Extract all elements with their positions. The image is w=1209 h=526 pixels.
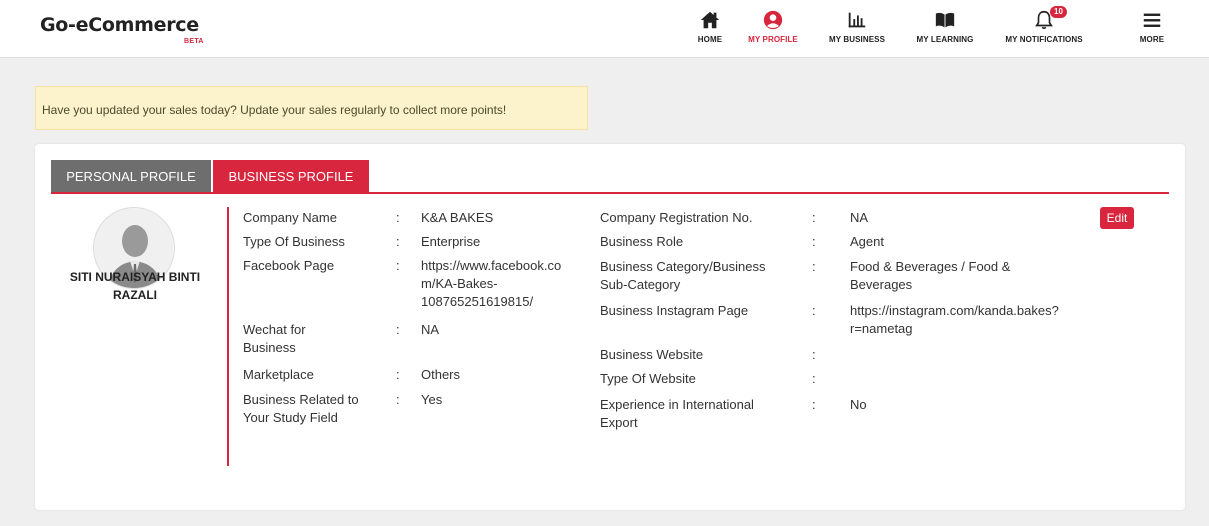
- home-icon: [700, 11, 720, 29]
- facebook-page-value[interactable]: https://www.facebook.co m/KA-Bakes- 1087…: [421, 257, 561, 311]
- alert-text: Have you updated your sales today? Updat…: [42, 103, 507, 117]
- business-category-label-line1: Business Category/Business: [600, 259, 766, 274]
- instagram-value-line1: https://instagram.com/kanda.bakes?: [850, 303, 1059, 318]
- study-field-value: Yes: [421, 392, 443, 407]
- study-field-label-line2: Your Study Field: [243, 410, 338, 425]
- website-type-label: Type Of Website: [600, 371, 696, 386]
- separator: :: [812, 371, 816, 386]
- business-category-value-line2: Beverages: [850, 277, 913, 292]
- separator: :: [396, 367, 400, 382]
- business-category-label: Business Category/Business Sub-Category: [600, 258, 765, 294]
- user-circle-icon: [763, 10, 783, 30]
- app-logo[interactable]: Go-eCommerce: [40, 14, 199, 36]
- tab-personal-profile[interactable]: PERSONAL PROFILE: [51, 160, 211, 192]
- facebook-page-value-line1: https://www.facebook.co: [421, 258, 562, 273]
- company-name-label: Company Name: [243, 210, 337, 225]
- international-export-label-line2: Export: [600, 415, 638, 430]
- profile-name-line1: SITI NURAISYAH BINTI: [69, 270, 201, 284]
- marketplace-value: Others: [421, 367, 461, 382]
- business-category-value-line1: Food & Beverages / Food &: [850, 259, 1011, 274]
- edit-button[interactable]: Edit: [1100, 207, 1134, 229]
- business-role-label: Business Role: [600, 234, 684, 249]
- facebook-page-value-line3: 108765251619815/: [421, 294, 534, 309]
- nav-home-label: HOME: [697, 35, 723, 44]
- company-name-value: K&A BAKES: [421, 210, 494, 225]
- nav-my-notifications[interactable]: 10 MY NOTIFICATIONS: [998, 6, 1090, 50]
- nav-home[interactable]: HOME: [690, 8, 730, 50]
- separator: :: [396, 322, 400, 337]
- study-field-label: Business Related to Your Study Field: [243, 391, 359, 427]
- nav-my-profile[interactable]: MY PROFILE: [742, 8, 804, 50]
- wechat-value: NA: [421, 322, 440, 337]
- profile-name: SITI NURAISYAH BINTI RAZALI: [55, 268, 215, 304]
- top-navigation-bar: Go-eCommerce BETA HOME MY PROFILE MY BUS…: [0, 0, 1209, 58]
- international-export-label-line1: Experience in International: [600, 397, 754, 412]
- nav-my-learning-label: MY LEARNING: [916, 35, 974, 44]
- nav-more[interactable]: MORE: [1135, 8, 1169, 50]
- separator: :: [396, 258, 400, 273]
- nav-my-notifications-label: MY NOTIFICATIONS: [1005, 35, 1083, 44]
- separator: :: [812, 210, 816, 225]
- instagram-value-line2: r=nametag: [850, 321, 913, 336]
- profile-name-line2: RAZALI: [113, 288, 157, 302]
- type-of-business-label: Type Of Business: [243, 234, 345, 249]
- bar-chart-icon: [848, 12, 866, 28]
- separator: :: [812, 259, 816, 274]
- wechat-label-line1: Wechat for: [243, 322, 306, 337]
- sales-reminder-alert: Have you updated your sales today? Updat…: [35, 86, 588, 130]
- tab-business-profile[interactable]: BUSINESS PROFILE: [213, 160, 369, 192]
- hamburger-menu-icon: [1143, 13, 1161, 27]
- business-website-label: Business Website: [600, 347, 704, 362]
- study-field-label-line1: Business Related to: [243, 392, 359, 407]
- facebook-page-label: Facebook Page: [243, 258, 335, 273]
- book-icon: [935, 12, 955, 28]
- wechat-label-line2: Business: [243, 340, 296, 355]
- marketplace-label: Marketplace: [243, 367, 314, 382]
- separator: :: [812, 234, 816, 249]
- separator: :: [812, 397, 816, 412]
- nav-my-learning[interactable]: MY LEARNING: [910, 8, 980, 50]
- instagram-value[interactable]: https://instagram.com/kanda.bakes? r=nam…: [850, 302, 1059, 338]
- details-divider: [227, 207, 229, 466]
- separator: :: [396, 234, 400, 249]
- separator: :: [396, 392, 400, 407]
- beta-badge: BETA: [184, 38, 204, 45]
- business-category-value: Food & Beverages / Food & Beverages: [850, 258, 1010, 294]
- wechat-label: Wechat for Business: [243, 321, 306, 357]
- nav-my-business[interactable]: MY BUSINESS: [822, 8, 892, 50]
- separator: :: [812, 347, 816, 362]
- nav-more-label: MORE: [1139, 35, 1165, 44]
- type-of-business-value: Enterprise: [421, 234, 481, 249]
- notification-count-badge: 10: [1050, 6, 1067, 18]
- facebook-page-value-line2: m/KA-Bakes-: [421, 276, 498, 291]
- profile-card: PERSONAL PROFILE BUSINESS PROFILE SITI N…: [35, 144, 1185, 510]
- international-export-value: No: [850, 397, 867, 412]
- registration-no-value: NA: [850, 210, 869, 225]
- international-export-label: Experience in International Export: [600, 396, 754, 432]
- separator: :: [396, 210, 400, 225]
- nav-my-business-label: MY BUSINESS: [828, 35, 886, 44]
- instagram-label: Business Instagram Page: [600, 303, 749, 318]
- tab-underline: [51, 192, 1169, 194]
- business-category-label-line2: Sub-Category: [600, 277, 681, 292]
- registration-no-label: Company Registration No.: [600, 210, 753, 225]
- nav-my-profile-label: MY PROFILE: [748, 35, 798, 44]
- business-role-value: Agent: [850, 234, 884, 249]
- separator: :: [812, 303, 816, 318]
